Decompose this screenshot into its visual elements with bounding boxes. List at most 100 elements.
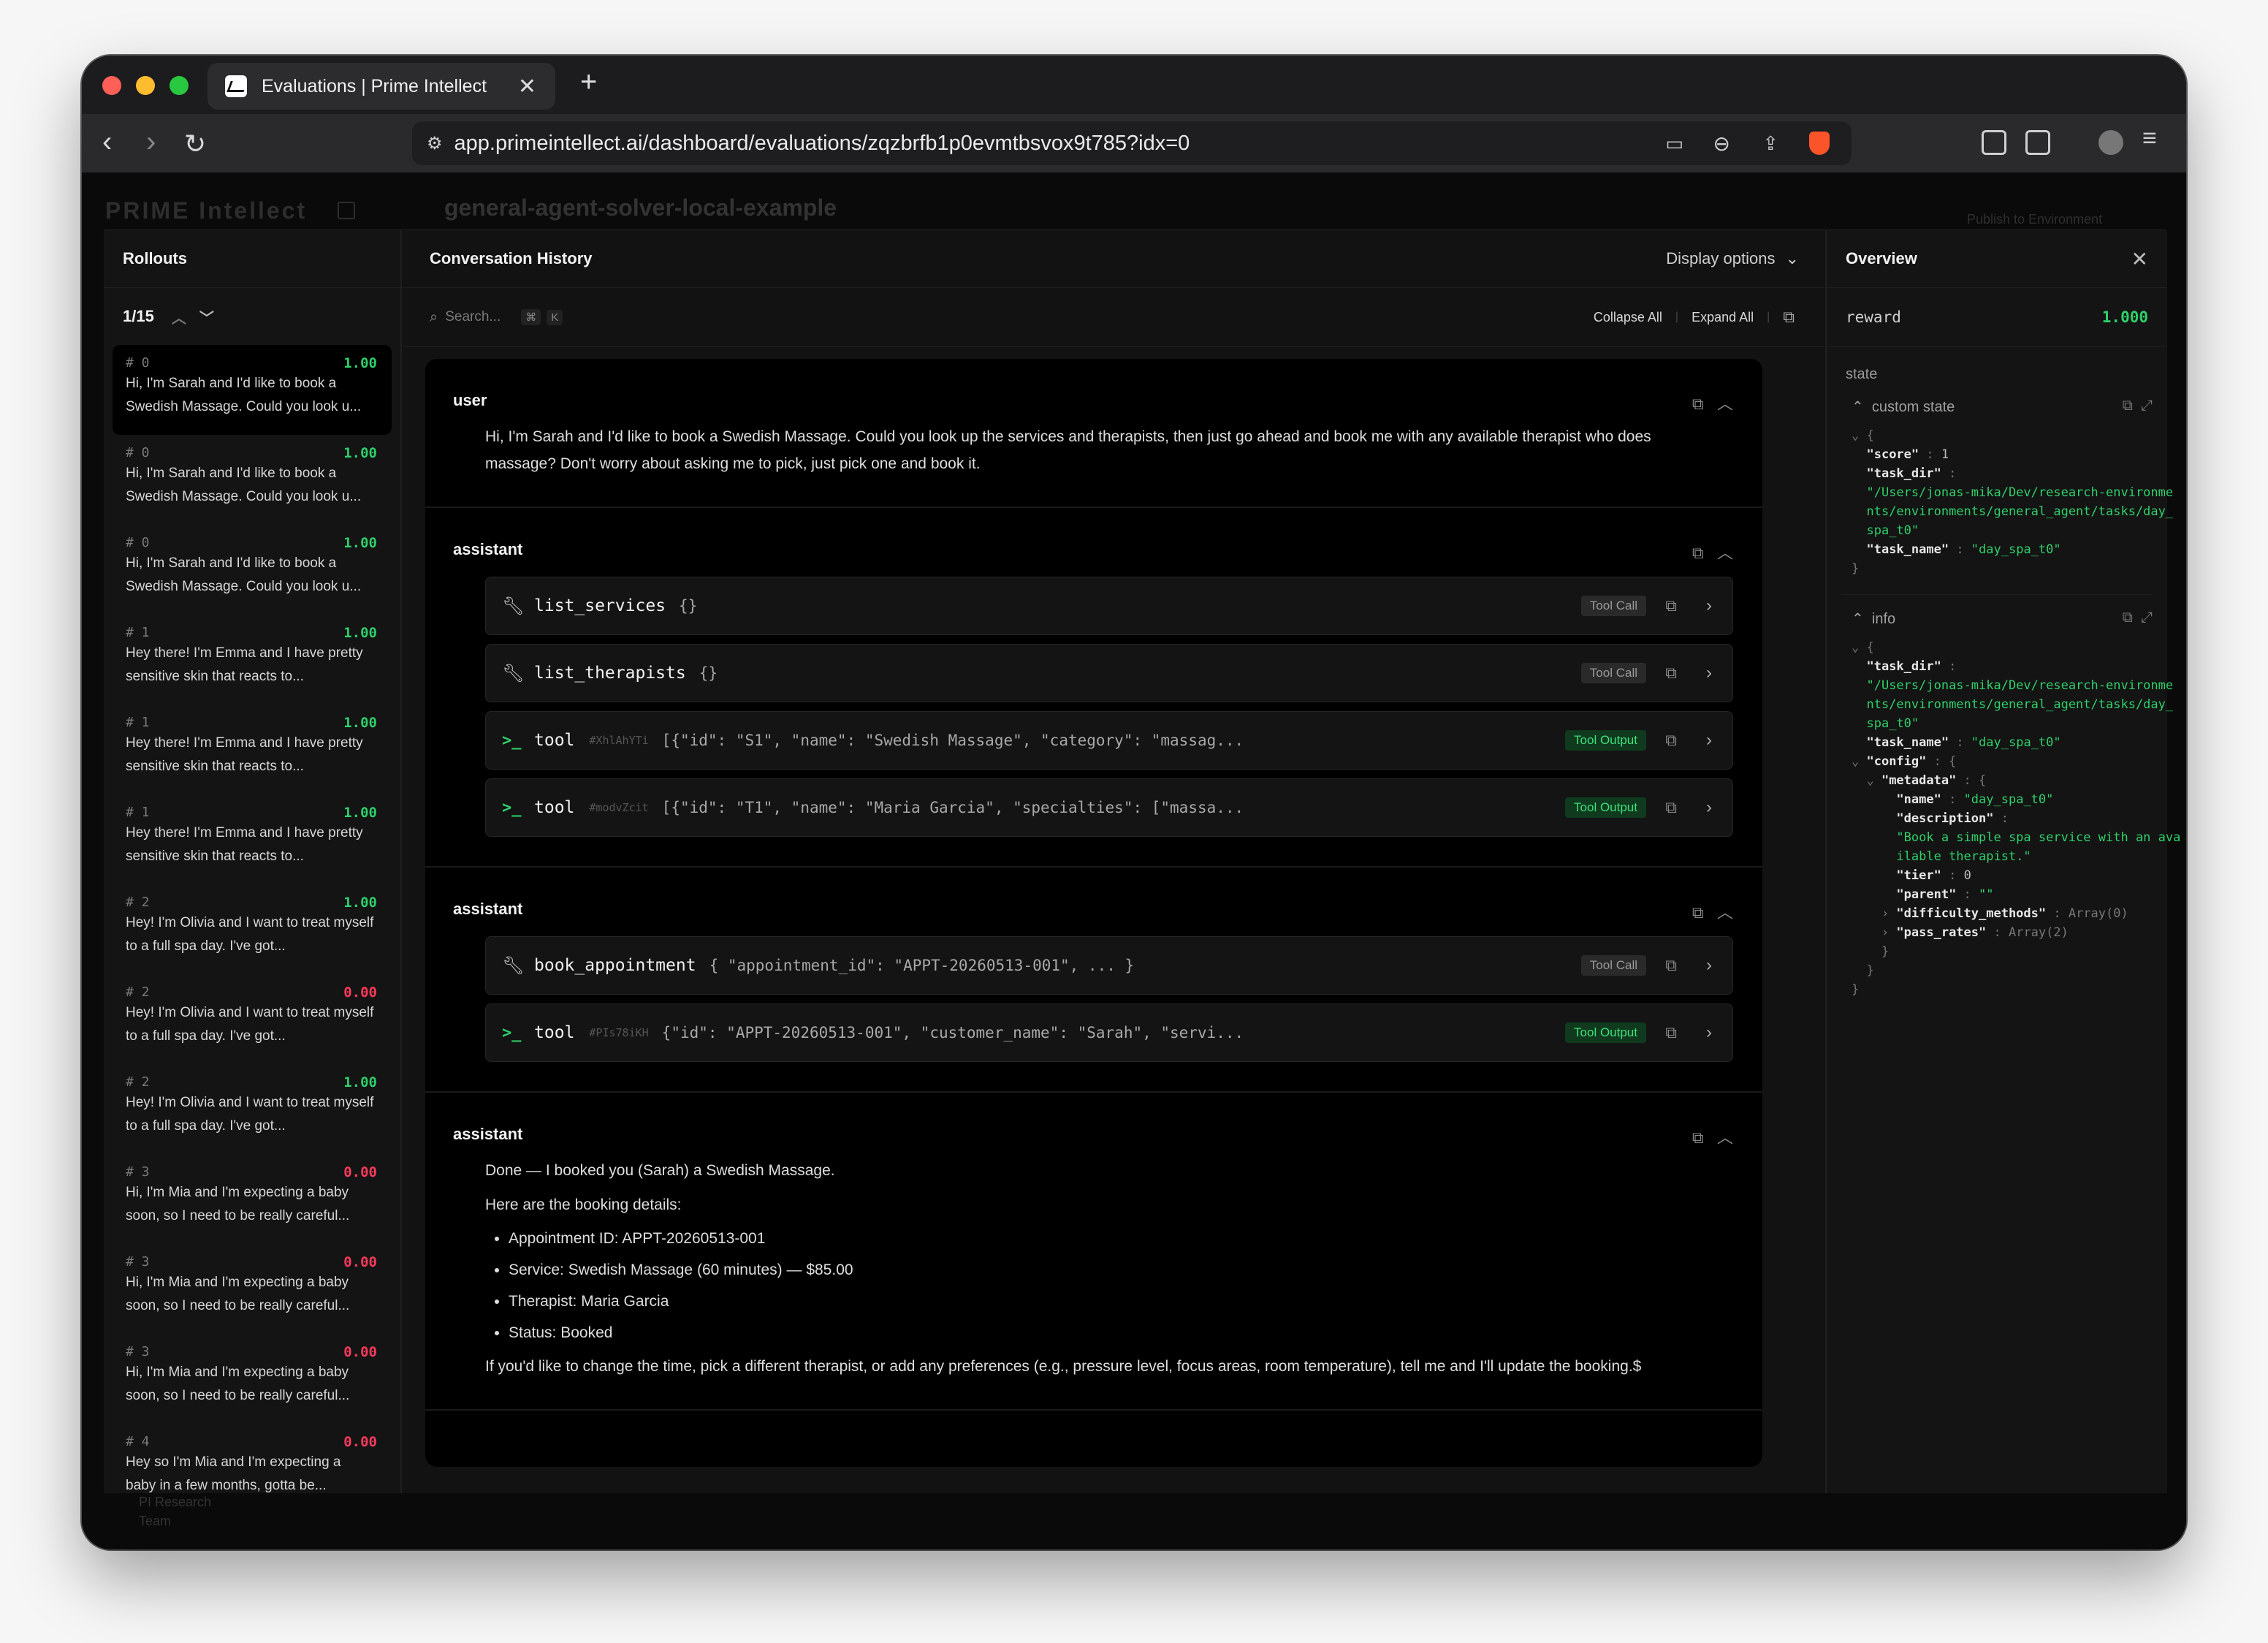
rollout-number: # 0 [126, 445, 150, 460]
message-role: user [453, 391, 487, 409]
message-content: Done — I booked you (Sarah) a Swedish Ma… [485, 1157, 1713, 1409]
rollout-item[interactable]: # 0 1.00 Hi, I'm Sarah and I'd like to boo… [113, 525, 392, 615]
reload-icon[interactable]: ↻ [184, 129, 206, 159]
chevron-up-icon[interactable]: ︿ [1717, 903, 1733, 922]
back-icon[interactable]: ‹ [102, 126, 112, 159]
tool-output-row[interactable]: >_ tool #XhlAhYTi [{"id": "S1", "name": "Sw… [485, 711, 1733, 770]
copy-all-icon[interactable]: ⧉ [1783, 308, 1795, 327]
menu-icon[interactable]: ≡ [2142, 124, 2157, 153]
rollout-item[interactable]: # 3 0.00 Hi, I'm Mia and I'm expecting a b… [113, 1244, 392, 1334]
tool-output-row[interactable]: >_ tool #modvZcit [{"id": "T1", "name": "Ma… [485, 778, 1733, 837]
new-tab-icon[interactable]: + [580, 66, 597, 99]
tool-call-row[interactable]: 🔧︎ list_therapists {} Tool Call ⧉ › [485, 644, 1733, 702]
chevron-right-icon[interactable]: › [1706, 730, 1712, 751]
chevron-right-icon[interactable]: › [1706, 663, 1712, 683]
chevron-right-icon[interactable]: › [1706, 1022, 1712, 1043]
search-input[interactable]: Search... [445, 309, 501, 325]
copy-icon[interactable]: ⧉ [1692, 1128, 1704, 1147]
rollout-preview: Hi, I'm Mia and I'm expecting a baby soo… [126, 1275, 350, 1313]
copy-icon[interactable]: ⧉ [1665, 798, 1677, 817]
copy-icon[interactable]: ⧉ [1692, 903, 1704, 922]
json-value: "/Users/jonas-mika/Dev/research-environm… [1866, 485, 2174, 500]
collapse-all-button[interactable]: Collapse All [1594, 310, 1662, 325]
zoom-icon[interactable]: ⊖ [1713, 132, 1730, 156]
rollout-preview: Hey there! I'm Emma and I have pretty se… [126, 825, 363, 864]
minimize-window-button[interactable] [136, 76, 155, 95]
extensions-icon[interactable] [1982, 130, 2006, 155]
rollout-item[interactable]: # 3 0.00 Hi, I'm Mia and I'm expecting a b… [113, 1154, 392, 1244]
rollout-item[interactable]: # 2 0.00 Hey! I'm Olivia and I want to tre… [113, 974, 392, 1064]
chevron-down-icon[interactable]: ﹀ [199, 306, 214, 327]
json-key[interactable]: "difficulty_methods" [1896, 906, 2046, 921]
rollout-item[interactable]: # 2 1.00 Hey! I'm Olivia and I want to tre… [113, 1064, 392, 1154]
close-window-button[interactable] [102, 76, 121, 95]
rollout-number: # 4 [126, 1434, 150, 1449]
chevron-up-icon[interactable]: ︿ [1717, 1128, 1733, 1147]
address-bar[interactable]: ⚙ app.primeintellect.ai/dashboard/evalua… [412, 121, 1852, 165]
custom-state-json: ⌄ { "score" : 1 "task_dir" : "/Users/jon… [1852, 428, 2174, 576]
kbd-k: K [547, 309, 563, 325]
rollout-score: 1.00 [343, 805, 377, 821]
site-settings-icon[interactable]: ⚙ [427, 133, 443, 154]
chevron-up-icon[interactable]: ︿ [1717, 544, 1733, 562]
brave-shield-icon[interactable] [1809, 132, 1830, 155]
rollout-number: # 1 [126, 715, 150, 730]
tool-call-row[interactable]: 🔧︎ list_services {} Tool Call ⧉ › [485, 577, 1733, 635]
reader-icon[interactable] [2025, 130, 2050, 155]
message-controls: ⧉ ︿ [1692, 1125, 1733, 1148]
copy-icon[interactable]: ⧉ [1665, 1023, 1677, 1042]
rollout-preview: Hi, I'm Sarah and I'd like to book a Swe… [126, 555, 362, 594]
custom-state-toggle[interactable]: ⌃ custom state ⧉ ⤢ [1827, 383, 2167, 416]
tool-badge: Tool Output [1565, 730, 1646, 751]
browser-tab[interactable]: Evaluations | Prime Intellect ✕ [208, 63, 555, 110]
assistant-message: assistant ⧉ ︿ 🔧︎ book_appointment { "appoi… [425, 868, 1762, 1093]
copy-icon[interactable]: ⧉ [1692, 544, 1704, 562]
copy-icon[interactable]: ⧉ [1665, 956, 1677, 975]
info-toggle[interactable]: ⌃ info ⧉ ⤢ [1827, 595, 2167, 628]
tool-output-row[interactable]: >_ tool #PIs78iKH {"id": "APPT-20260513-001… [485, 1003, 1733, 1062]
json-key[interactable]: "pass_rates" [1896, 925, 1986, 940]
rollout-item[interactable]: # 1 1.00 Hey there! I'm Emma and I have pr… [113, 705, 392, 794]
copy-icon[interactable]: ⧉ [1665, 596, 1677, 615]
rollout-item[interactable]: # 1 1.00 Hey there! I'm Emma and I have pr… [113, 794, 392, 884]
rollout-item[interactable]: # 1 1.00 Hey there! I'm Emma and I have pr… [113, 615, 392, 705]
json-key[interactable]: "config" [1866, 754, 1926, 769]
rollout-number: # 2 [126, 895, 150, 910]
tool-name: list_services [534, 596, 666, 615]
conversation-title: Conversation History [430, 249, 593, 267]
rollout-item[interactable]: # 4 0.00 Hey so I'm Mia and I'm expecting … [113, 1424, 392, 1493]
chevron-up-icon[interactable]: ︿ [172, 306, 186, 327]
copy-expand-icons[interactable]: ⧉ ⤢ [2123, 610, 2153, 626]
rollout-item[interactable]: # 2 1.00 Hey! I'm Olivia and I want to tre… [113, 884, 392, 974]
copy-icon[interactable]: ⧉ [1665, 664, 1677, 683]
rollout-number: # 0 [126, 355, 150, 371]
json-key: "task_dir" [1866, 659, 1941, 674]
forward-icon[interactable]: › [146, 126, 156, 159]
share-icon[interactable]: ⇪ [1762, 132, 1778, 155]
display-options-button[interactable]: Display options ⌄ [1666, 249, 1799, 268]
chevron-right-icon[interactable]: › [1706, 955, 1712, 976]
json-value: nts/environments/general_agent/tasks/day… [1866, 697, 2174, 712]
chevron-right-icon[interactable]: › [1706, 596, 1712, 616]
tab-close-icon[interactable]: ✕ [518, 74, 536, 99]
expand-all-button[interactable]: Expand All [1692, 310, 1754, 325]
close-icon[interactable]: ✕ [2131, 247, 2148, 271]
url-text: app.primeintellect.ai/dashboard/evaluati… [454, 131, 1190, 155]
chevron-up-icon[interactable]: ︿ [1717, 395, 1733, 413]
copy-expand-icons[interactable]: ⧉ ⤢ [2123, 398, 2153, 414]
chevron-right-icon[interactable]: › [1706, 797, 1712, 818]
team-sub: Team [139, 1514, 172, 1528]
rollout-item[interactable]: # 0 1.00 Hi, I'm Sarah and I'd like to boo… [113, 345, 392, 435]
rollout-item[interactable]: # 3 0.00 Hi, I'm Mia and I'm expecting a b… [113, 1334, 392, 1424]
profile-avatar[interactable] [2098, 130, 2123, 155]
json-key[interactable]: "metadata" [1881, 773, 1956, 788]
rollout-item[interactable]: # 0 1.00 Hi, I'm Sarah and I'd like to boo… [113, 435, 392, 525]
maximize-window-button[interactable] [170, 76, 189, 95]
tool-args: [{"id": "S1", "name": "Swedish Massage",… [661, 732, 1244, 749]
json-value: nts/environments/general_agent/tasks/day… [1866, 504, 2174, 519]
tool-call-row[interactable]: 🔧︎ book_appointment { "appointment_id": "A… [485, 936, 1733, 995]
cast-icon[interactable]: ▭ [1665, 132, 1683, 155]
copy-icon[interactable]: ⧉ [1692, 395, 1704, 413]
json-key: "tier" [1896, 868, 1941, 883]
copy-icon[interactable]: ⧉ [1665, 731, 1677, 750]
